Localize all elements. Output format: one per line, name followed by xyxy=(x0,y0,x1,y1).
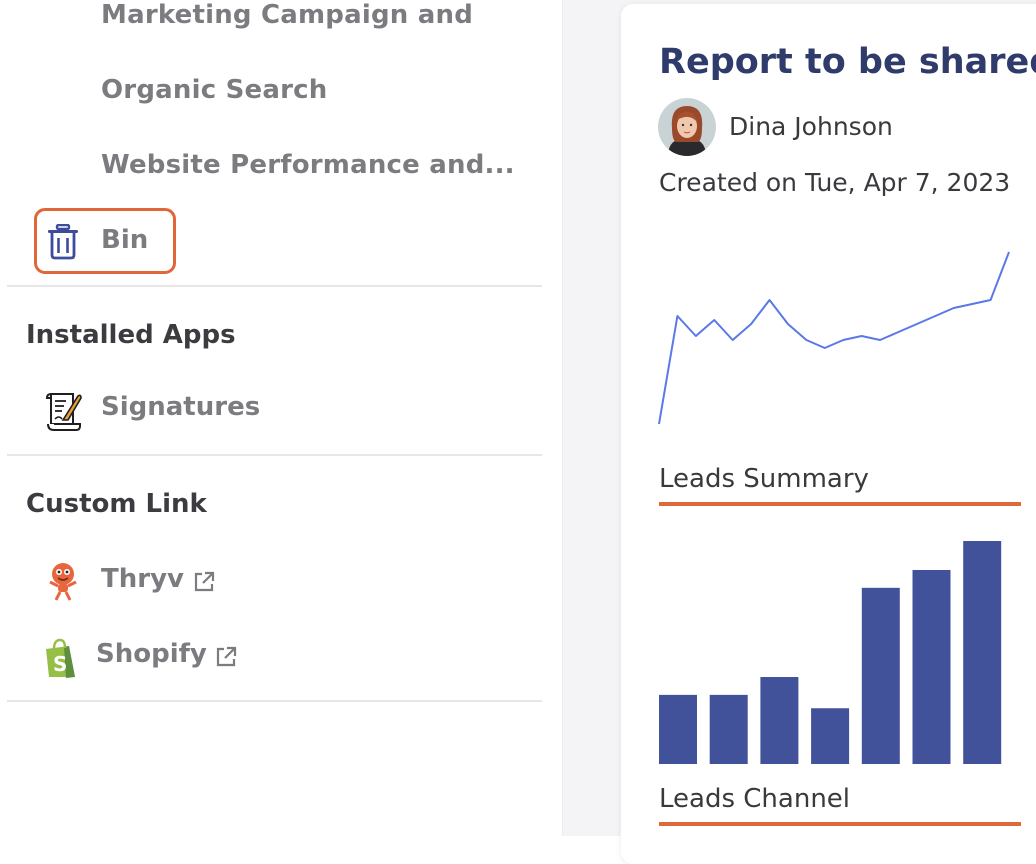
leads-channel-bar-3 xyxy=(760,677,798,764)
leads-summary-underline xyxy=(659,502,1021,506)
leads-channel-underline xyxy=(659,822,1021,826)
sidebar: Marketing Campaign and Organic Search We… xyxy=(0,0,563,836)
leads-channel-bar-1 xyxy=(659,695,697,764)
sidebar-item-organic-search[interactable]: Organic Search xyxy=(101,75,327,105)
leads-summary-line xyxy=(659,252,1009,424)
leads-channel-chart xyxy=(659,541,1001,764)
sidebar-item-bin-label: Bin xyxy=(101,225,148,255)
external-link-icon[interactable] xyxy=(214,645,238,669)
sidebar-item-shopify[interactable]: S Shopify xyxy=(42,637,252,677)
divider xyxy=(7,285,542,287)
sidebar-item-bin[interactable]: Bin xyxy=(34,208,176,274)
report-charts xyxy=(621,4,1036,836)
trash-icon xyxy=(46,224,80,260)
sidebar-item-thryv[interactable]: Thryv xyxy=(44,562,224,602)
leads-channel-bar-2 xyxy=(710,695,748,764)
thryv-mascot-icon xyxy=(44,562,82,602)
sidebar-item-signatures[interactable]: Signatures xyxy=(44,390,274,430)
report-card[interactable]: Report to be shared Dina Johnson Created… xyxy=(621,4,1036,864)
leads-channel-bar-5 xyxy=(862,588,900,764)
external-link-icon[interactable] xyxy=(192,570,216,594)
leads-summary-label: Leads Summary xyxy=(659,464,869,494)
sidebar-item-signatures-label: Signatures xyxy=(101,392,260,422)
installed-apps-heading: Installed Apps xyxy=(26,320,236,350)
signature-scroll-icon xyxy=(44,390,84,432)
sidebar-item-thryv-label: Thryv xyxy=(101,564,184,594)
divider xyxy=(7,700,542,702)
sidebar-item-website-performance[interactable]: Website Performance and... xyxy=(101,150,515,180)
sidebar-item-marketing-campaign[interactable]: Marketing Campaign and xyxy=(101,0,473,30)
leads-summary-chart xyxy=(659,252,1009,424)
svg-text:S: S xyxy=(53,652,67,676)
leads-channel-bar-6 xyxy=(913,570,951,764)
leads-channel-label: Leads Channel xyxy=(659,784,850,814)
main-content: Report to be shared Dina Johnson Created… xyxy=(563,0,1036,836)
sidebar-item-shopify-label: Shopify xyxy=(96,639,207,669)
divider xyxy=(7,454,542,456)
shopify-bag-icon: S xyxy=(42,637,78,679)
leads-channel-bar-7 xyxy=(963,541,1001,764)
leads-channel-bar-4 xyxy=(811,708,849,764)
custom-link-heading: Custom Link xyxy=(26,489,207,519)
